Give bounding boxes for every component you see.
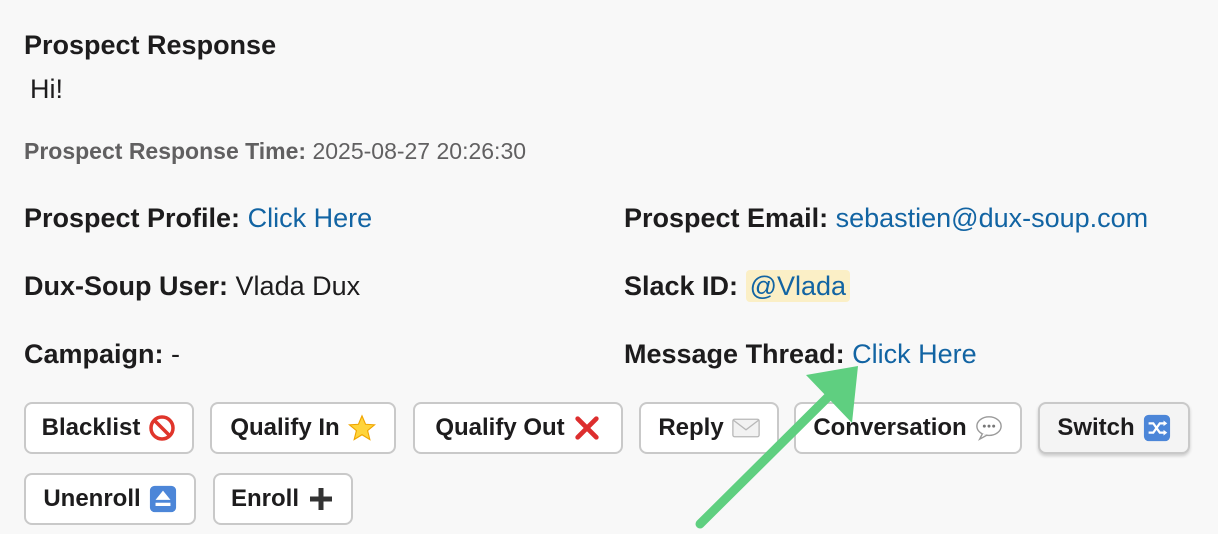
dux-soup-user-value: Vlada Dux (235, 271, 361, 301)
campaign-field: Campaign: - (24, 339, 180, 370)
prospect-email-field: Prospect Email: sebastien@dux-soup.com (624, 203, 1148, 234)
qualify-in-button-label: Qualify In (230, 414, 340, 441)
qualify-out-button[interactable]: Qualify Out (413, 402, 623, 454)
qualify-out-button-label: Qualify Out (435, 414, 565, 441)
prospect-profile-label: Prospect Profile: (24, 203, 241, 233)
blacklist-button-label: Blacklist (41, 414, 141, 441)
prospect-email-link[interactable]: sebastien@dux-soup.com (836, 203, 1149, 233)
shuffle-icon (1143, 414, 1171, 442)
switch-button[interactable]: Switch (1038, 402, 1190, 454)
cross-mark-icon (573, 414, 601, 442)
message-thread-field: Message Thread: Click Here (624, 339, 977, 370)
campaign-value: - (171, 339, 181, 369)
speech-bubble-icon (975, 414, 1003, 442)
prospect-response-heading: Prospect Response (24, 30, 277, 60)
response-time-value: 2025-08-27 20:26:30 (312, 138, 527, 164)
eject-icon (149, 485, 177, 513)
conversation-button-label: Conversation (813, 414, 967, 441)
prospect-response-time: Prospect Response Time: 2025-08-27 20:26… (24, 138, 526, 165)
blacklist-button[interactable]: Blacklist (24, 402, 194, 454)
message-thread-label: Message Thread: (624, 339, 845, 369)
dux-soup-user-label: Dux-Soup User: (24, 271, 229, 301)
star-icon (347, 414, 376, 442)
slack-mention[interactable]: @Vlada (745, 270, 851, 302)
response-time-label: Prospect Response Time: (24, 138, 307, 164)
slack-id-label: Slack ID: (624, 271, 739, 301)
slack-id-field: Slack ID: @Vlada (624, 270, 851, 302)
prospect-email-label: Prospect Email: (624, 203, 829, 233)
enroll-button[interactable]: Enroll (213, 473, 353, 525)
conversation-button[interactable]: Conversation (794, 402, 1022, 454)
switch-button-label: Switch (1057, 414, 1135, 441)
prospect-profile-link[interactable]: Click Here (248, 203, 373, 233)
plus-icon (307, 485, 335, 513)
dux-soup-user-field: Dux-Soup User: Vlada Dux (24, 271, 360, 302)
reply-button[interactable]: Reply (639, 402, 779, 454)
message-card: Prospect Response Hi! Prospect Response … (24, 0, 1204, 534)
message-thread-link[interactable]: Click Here (852, 339, 977, 369)
unenroll-button-label: Unenroll (43, 485, 141, 512)
reply-button-label: Reply (658, 414, 724, 441)
prospect-response-text: Hi! (30, 74, 63, 104)
envelope-icon (731, 414, 760, 442)
qualify-in-button[interactable]: Qualify In (210, 402, 396, 454)
prospect-profile-field: Prospect Profile: Click Here (24, 203, 372, 234)
campaign-label: Campaign: (24, 339, 164, 369)
prohibited-icon (148, 414, 176, 442)
enroll-button-label: Enroll (230, 485, 299, 512)
unenroll-button[interactable]: Unenroll (24, 473, 196, 525)
